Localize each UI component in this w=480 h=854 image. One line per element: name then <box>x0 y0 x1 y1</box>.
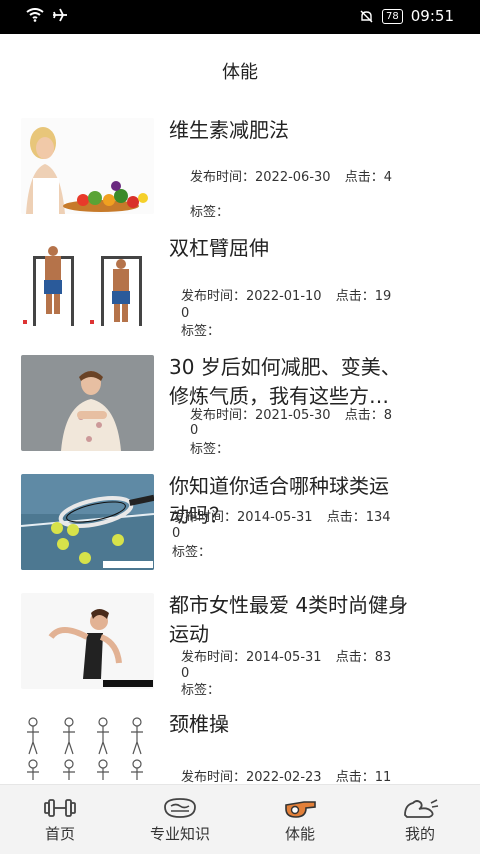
list-item[interactable]: 都市女性最爱 4类时尚健身 运动 发布时间：2014-05-31 点击：83 0… <box>0 579 480 698</box>
article-thumbnail <box>21 118 154 214</box>
wifi-icon <box>26 8 44 22</box>
status-bar: 78 09:51 <box>0 0 480 34</box>
article-thumbnail <box>21 355 154 451</box>
whistle-icon <box>285 801 316 818</box>
publish-date: 2022-06-30 <box>255 170 331 185</box>
article-tags: 标签： <box>181 683 221 698</box>
date-label: 发布时间： <box>190 170 256 185</box>
list-item[interactable]: 30 岁后如何减肥、变美、 修炼气质，我有这些方… 发布时间：2021-05-3… <box>0 341 480 459</box>
date-label: 发布时间： <box>181 770 247 784</box>
tab-knowledge[interactable]: 专业知识 <box>120 785 240 854</box>
list-item[interactable]: 维生素减肥法 发布时间：2022-06-30 点击：4 标签： <box>0 104 480 222</box>
tab-label: 首页 <box>44 825 75 843</box>
muscle-arm-icon <box>404 799 439 818</box>
clicks-label: 点击： <box>326 510 366 525</box>
article-thumbnail <box>21 474 154 570</box>
article-title[interactable]: 30 岁后如何减肥、变美、 修炼气质，我有这些方… <box>169 353 462 411</box>
list-item[interactable]: 你知道你适合哪种球类运 动吗？ 发布时间：2014-05-31 点击：134 0… <box>0 460 480 578</box>
article-thumbnail <box>21 714 154 784</box>
date-label: 发布时间： <box>181 289 247 304</box>
article-meta: 发布时间：2014-05-31 点击：134 <box>172 508 391 527</box>
click-count: 83 <box>374 650 392 665</box>
list-item[interactable]: 双杠臂屈伸 发布时间：2022-01-10 点击：19 0 标签： <box>0 222 480 340</box>
status-right: 78 09:51 <box>359 7 454 25</box>
clock: 09:51 <box>410 7 454 25</box>
publish-date: 2014-05-31 <box>246 650 322 665</box>
tab-label: 体能 <box>284 825 315 843</box>
article-tags: 标签： <box>172 545 212 560</box>
meat-icon <box>164 798 196 818</box>
article-tags: 标签： <box>190 442 230 457</box>
date-label: 发布时间： <box>190 408 256 423</box>
article-meta: 发布时间：2022-02-23 点击：11 <box>181 768 391 784</box>
clicks-label: 点击： <box>335 289 375 304</box>
article-title[interactable]: 颈椎操 <box>169 710 462 739</box>
bottom-tab-bar: 首页 专业知识 体能 我的 <box>0 784 480 854</box>
top-bar: 体能 <box>0 34 480 104</box>
article-meta: 发布时间：2022-01-10 点击：19 <box>181 287 391 306</box>
click-count: 134 <box>365 510 391 525</box>
article-thumbnail <box>21 236 154 332</box>
clicks-label: 点击： <box>335 770 375 784</box>
date-label: 发布时间： <box>181 650 247 665</box>
article-list[interactable]: 维生素减肥法 发布时间：2022-06-30 点击：4 标签： 双杠臂屈伸 发布… <box>0 104 480 784</box>
article-tags: 标签： <box>181 324 221 339</box>
click-count: 8 <box>383 408 393 423</box>
battery-icon: 78 <box>382 8 403 24</box>
publish-date: 2021-05-30 <box>255 408 331 423</box>
dumbbell-icon <box>44 799 76 817</box>
clicks-label: 点击： <box>335 650 375 665</box>
article-meta: 发布时间：2014-05-31 点击：83 <box>181 648 391 667</box>
clicks-label: 点击： <box>344 408 384 423</box>
clicks-label: 点击： <box>344 170 384 185</box>
tab-label: 我的 <box>404 825 435 843</box>
article-title[interactable]: 维生素减肥法 <box>169 116 462 145</box>
publish-date: 2014-05-31 <box>237 510 313 525</box>
tab-label: 专业知识 <box>149 825 210 843</box>
airplane-icon <box>53 8 67 22</box>
article-meta: 发布时间：2022-06-30 点击：4 <box>190 168 392 187</box>
article-thumbnail <box>21 593 154 689</box>
tab-profile[interactable]: 我的 <box>360 785 480 854</box>
publish-date: 2022-01-10 <box>246 289 322 304</box>
tab-fitness[interactable]: 体能 <box>240 785 360 854</box>
status-left <box>26 8 68 22</box>
page-title: 体能 <box>222 62 258 83</box>
article-meta: 发布时间：2021-05-30 点击：8 <box>190 406 392 425</box>
click-count: 11 <box>374 770 392 784</box>
mute-bell-icon <box>360 10 373 22</box>
click-count: 19 <box>374 289 392 304</box>
article-title[interactable]: 都市女性最爱 4类时尚健身 运动 <box>169 591 462 649</box>
date-label: 发布时间： <box>172 510 238 525</box>
article-title[interactable]: 双杠臂屈伸 <box>169 234 462 263</box>
click-count: 4 <box>383 170 393 185</box>
article-tags: 标签： <box>190 205 230 220</box>
publish-date: 2022-02-23 <box>246 770 322 784</box>
tab-home[interactable]: 首页 <box>0 785 120 854</box>
list-item[interactable]: 颈椎操 发布时间：2022-02-23 点击：11 <box>0 698 480 784</box>
